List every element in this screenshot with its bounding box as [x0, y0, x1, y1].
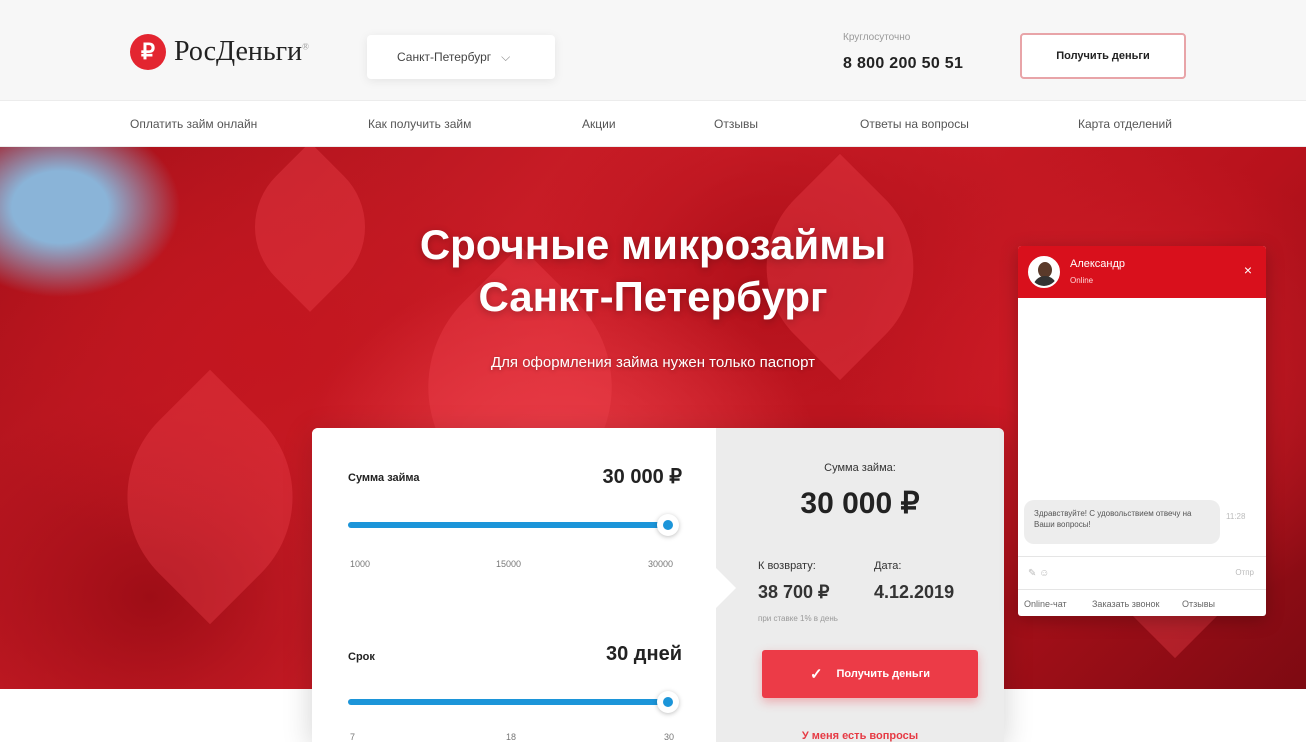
site-header: ₽ РосДеньги® Санкт-Петербург ⌵ Круглосут…: [0, 0, 1306, 100]
amount-label: Сумма займа: [348, 472, 420, 484]
chat-header: Александр Online ×: [1018, 246, 1266, 298]
close-icon[interactable]: ×: [1244, 262, 1252, 278]
return-value: 38 700 ₽: [758, 582, 830, 602]
summary-value: 30 000 ₽: [800, 487, 920, 520]
get-money-button-label: Получить деньги: [836, 668, 931, 680]
agent-name: Александр: [1070, 258, 1126, 270]
chat-message: Здравствуйте! С удовольствием отвечу на …: [1024, 500, 1220, 544]
nav-pay-online[interactable]: Оплатить займ онлайн: [130, 117, 257, 131]
phone-caption: Круглосуточно: [843, 32, 911, 43]
city-selector[interactable]: Санкт-Петербург ⌵: [367, 35, 555, 79]
main-nav: Оплатить займ онлайн Как получить займ А…: [0, 100, 1306, 147]
amount-slider-handle[interactable]: [657, 514, 679, 536]
term-tick-min: 7: [350, 732, 356, 742]
term-slider[interactable]: [348, 699, 668, 705]
calculator-summary: Сумма займа: 30 000 ₽ К возврату: Дата: …: [716, 428, 1004, 742]
date-label: Дата:: [874, 560, 902, 572]
agent-avatar: [1028, 256, 1060, 288]
brand-name: РосДеньги: [174, 36, 303, 67]
date-value: 4.12.2019: [874, 582, 955, 602]
term-tick-max: 30: [664, 732, 675, 742]
return-label: К возврату:: [758, 560, 816, 572]
brand-logo[interactable]: ₽ РосДеньги®: [130, 34, 309, 70]
chat-widget: Александр Online × Здравствуйте! С удово…: [1018, 246, 1266, 616]
registered-mark: ®: [302, 41, 309, 52]
amount-tick-max: 30000: [648, 559, 674, 569]
leaf-decoration: [82, 369, 338, 625]
calculator-sliders: Сумма займа 30 000 ₽ 1000 15000 30000 Ср…: [312, 428, 716, 742]
amount-slider-fill: [348, 522, 668, 528]
city-selector-value: Санкт-Петербург: [397, 50, 492, 64]
questions-link[interactable]: У меня есть вопросы: [716, 730, 1004, 742]
phone-block: Круглосуточно 8 800 200 50 51: [843, 32, 963, 73]
chat-tabs: Online-чат Заказать звонок Отзывы: [1018, 596, 1266, 616]
header-get-money-button[interactable]: Получить деньги: [1020, 33, 1186, 79]
term-slider-handle[interactable]: [657, 691, 679, 713]
summary-label: Сумма займа:: [824, 462, 896, 474]
agent-status: Online: [1070, 276, 1094, 285]
nav-how-to-get[interactable]: Как получить займ: [368, 117, 471, 131]
send-button[interactable]: Отпр: [1235, 568, 1254, 577]
amount-value: 30 000 ₽: [602, 466, 682, 488]
chat-message-time: 11:28: [1226, 512, 1246, 521]
rate-note: при ставке 1% в день: [758, 614, 838, 623]
chat-tab-online[interactable]: Online-чат: [1024, 599, 1067, 609]
amount-tick-min: 1000: [350, 559, 371, 569]
loan-calculator: Сумма займа 30 000 ₽ 1000 15000 30000 Ср…: [312, 428, 1004, 742]
attach-icon[interactable]: ✎ ☺: [1028, 568, 1049, 579]
nav-promotions[interactable]: Акции: [582, 117, 616, 131]
term-label: Срок: [348, 651, 375, 663]
phone-number[interactable]: 8 800 200 50 51: [843, 55, 963, 73]
check-icon: ✓: [809, 666, 823, 683]
chat-input[interactable]: ✎ ☺ Отпр: [1018, 556, 1266, 590]
term-tick-mid: 18: [506, 732, 517, 742]
term-slider-fill: [348, 699, 668, 705]
nav-branch-map[interactable]: Карта отделений: [1078, 117, 1172, 131]
chat-tab-reviews[interactable]: Отзывы: [1182, 599, 1215, 609]
nav-faq[interactable]: Ответы на вопросы: [860, 117, 969, 131]
ruble-logo-icon: ₽: [130, 34, 166, 70]
chevron-down-icon: ⌵: [501, 49, 511, 64]
term-value: 30 дней: [606, 643, 682, 665]
amount-tick-mid: 15000: [496, 559, 522, 569]
chat-tab-callback[interactable]: Заказать звонок: [1092, 599, 1159, 609]
nav-reviews[interactable]: Отзывы: [714, 117, 758, 131]
get-money-button[interactable]: ✓ Получить деньги: [762, 650, 978, 698]
amount-slider[interactable]: [348, 522, 668, 528]
summary-pointer: [716, 568, 736, 608]
